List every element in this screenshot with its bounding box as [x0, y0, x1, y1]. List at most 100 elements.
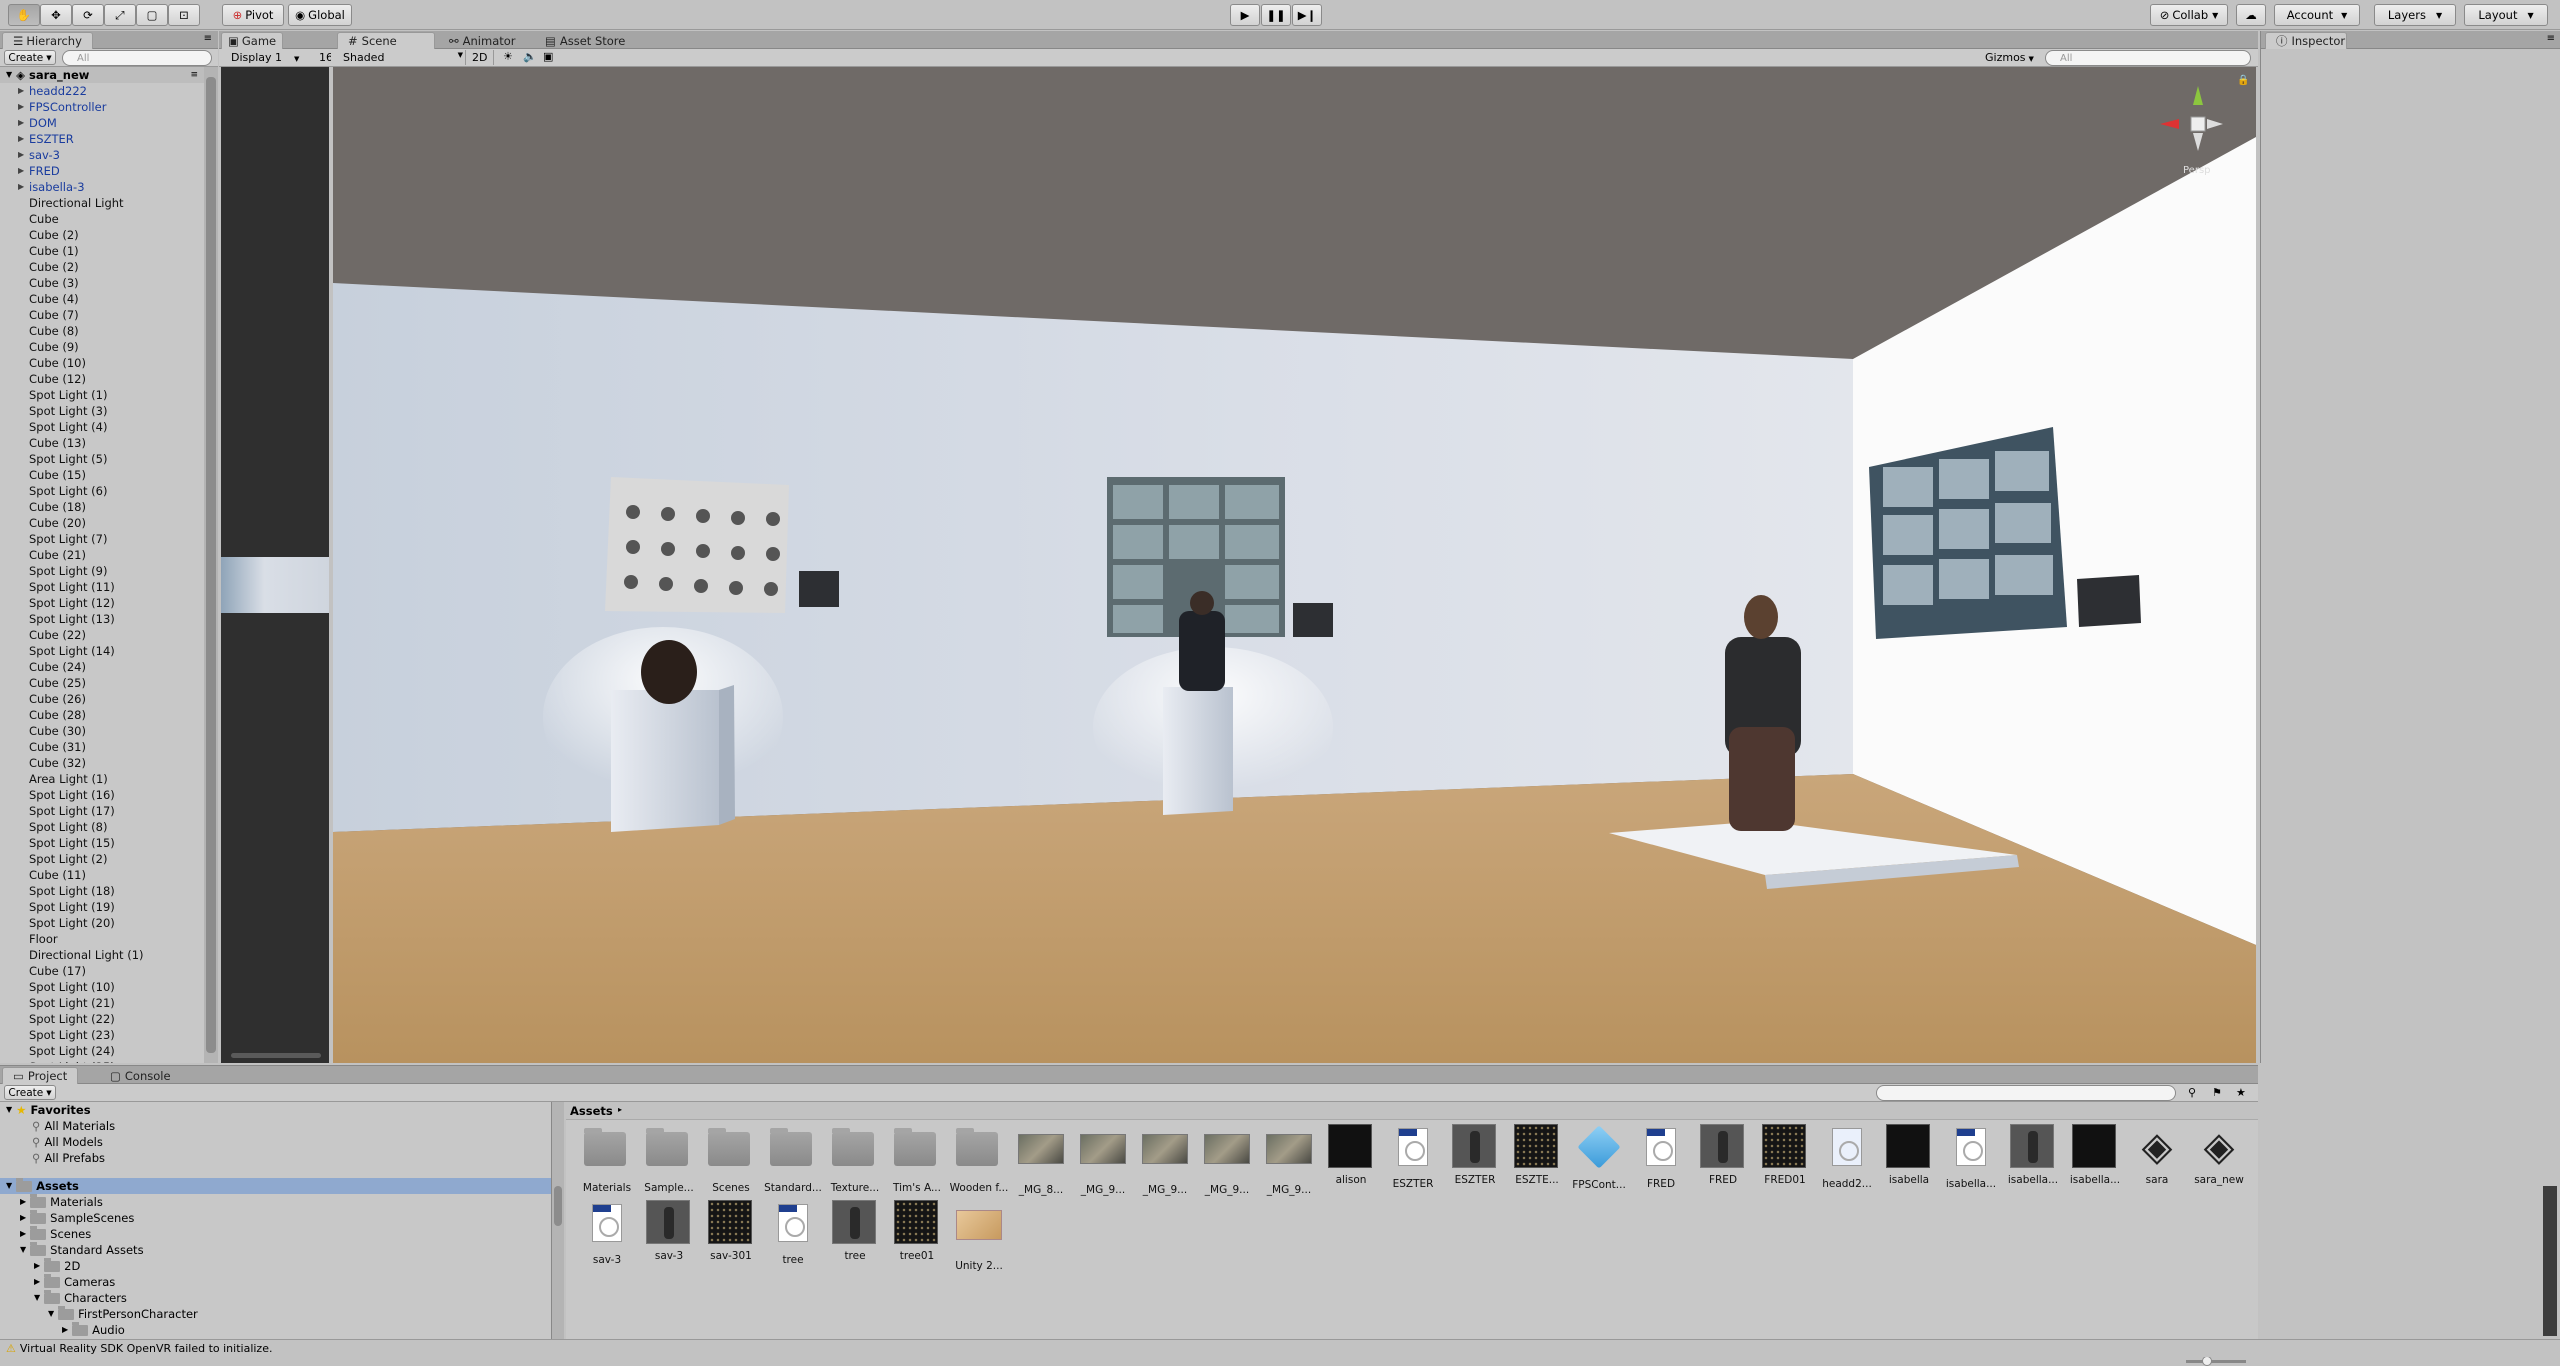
favorites-header[interactable]: ▼ ★ Favorites — [0, 1102, 551, 1118]
hierarchy-item[interactable]: Cube (1) — [0, 243, 204, 259]
hierarchy-item[interactable]: Spot Light (21) — [0, 995, 204, 1011]
zoom-slider[interactable] — [2186, 1360, 2246, 1363]
expand-right-icon[interactable]: ▶ — [18, 179, 24, 195]
tab-game[interactable]: ▣ Game — [221, 32, 284, 49]
asset-item[interactable]: FRED — [1692, 1124, 1754, 1200]
hierarchy-item[interactable]: Spot Light (17) — [0, 803, 204, 819]
tab-hierarchy[interactable]: ☰ Hierarchy — [2, 32, 93, 49]
hierarchy-item[interactable]: Cube (2) — [0, 259, 204, 275]
hierarchy-item[interactable]: ▶ headd222 — [0, 83, 204, 99]
tree-folder-item[interactable]: ▼ Standard Assets — [0, 1241, 551, 1258]
tab-inspector[interactable]: ⓘ Inspector — [2265, 32, 2347, 49]
hierarchy-item[interactable]: Spot Light (22) — [0, 1011, 204, 1027]
hierarchy-item[interactable]: Cube (22) — [0, 627, 204, 643]
shading-dropdown[interactable]: Shaded ▼ — [343, 51, 463, 64]
expand-right-icon[interactable]: ▶ — [18, 115, 24, 131]
expand-right-icon[interactable]: ▶ — [18, 83, 24, 99]
gizmos-dropdown[interactable]: Gizmos ▼ — [1985, 51, 2034, 64]
expand-down-icon[interactable]: ▼ — [48, 1306, 54, 1322]
asset-item[interactable]: sav-3 — [638, 1200, 700, 1276]
asset-item[interactable]: headd2... — [1816, 1124, 1878, 1200]
hierarchy-item[interactable]: Cube (24) — [0, 659, 204, 675]
asset-item[interactable]: Unity 2... — [948, 1200, 1010, 1276]
asset-item[interactable]: _MG_9... — [1072, 1124, 1134, 1200]
hierarchy-item[interactable]: Cube (13) — [0, 435, 204, 451]
asset-item[interactable]: tree — [824, 1200, 886, 1276]
layout-dropdown[interactable]: Layout ▼ — [2464, 4, 2548, 26]
hierarchy-item[interactable]: ▶ isabella-3 — [0, 179, 204, 195]
hierarchy-item[interactable]: Cube (7) — [0, 307, 204, 323]
hierarchy-item[interactable]: Directional Light — [0, 195, 204, 211]
asset-item[interactable]: isabella... — [2064, 1124, 2126, 1200]
tab-scene[interactable]: # Scene — [337, 32, 435, 49]
asset-item[interactable]: FRED01 — [1754, 1124, 1816, 1200]
hierarchy-item[interactable]: Floor — [0, 931, 204, 947]
asset-item[interactable]: Standard... — [762, 1124, 824, 1200]
persp-label[interactable]: Persp — [2183, 165, 2211, 176]
tree-folder-item[interactable]: ▶ Cameras — [0, 1273, 551, 1290]
project-search-input[interactable] — [1876, 1085, 2176, 1101]
game-view[interactable] — [221, 67, 329, 1063]
step-button[interactable]: ▶❙ — [1292, 4, 1322, 26]
hierarchy-item[interactable]: Spot Light (9) — [0, 563, 204, 579]
tree-folder-item[interactable]: ▶ SampleScenes — [0, 1209, 551, 1226]
asset-item[interactable]: isabella — [1878, 1124, 1940, 1200]
hierarchy-item[interactable]: ▶ DOM — [0, 115, 204, 131]
hierarchy-item[interactable]: Spot Light (16) — [0, 787, 204, 803]
hierarchy-item[interactable]: Spot Light (13) — [0, 611, 204, 627]
hierarchy-item[interactable]: Spot Light (4) — [0, 419, 204, 435]
tab-asset-store[interactable]: ▤ Asset Store — [535, 32, 635, 49]
hierarchy-item[interactable]: ▶ sav-3 — [0, 147, 204, 163]
hierarchy-item[interactable]: ▶ ESZTER — [0, 131, 204, 147]
favorite-item[interactable]: ⚲ All Models — [0, 1134, 551, 1150]
expand-right-icon[interactable]: ▶ — [18, 99, 24, 115]
favorite-item[interactable]: ⚲ All Materials — [0, 1118, 551, 1134]
breadcrumb-assets[interactable]: Assets — [570, 1104, 613, 1118]
asset-item[interactable]: FRED — [1630, 1124, 1692, 1200]
hierarchy-item[interactable]: Spot Light (8) — [0, 819, 204, 835]
hierarchy-item[interactable]: Cube (4) — [0, 291, 204, 307]
asset-item[interactable]: ESZTE... — [1506, 1124, 1568, 1200]
lock-icon[interactable]: 🔒 — [2237, 75, 2249, 86]
hierarchy-item[interactable]: ▶ FPSController — [0, 99, 204, 115]
scene-search-input[interactable]: All — [2045, 50, 2251, 66]
status-message[interactable]: Virtual Reality SDK OpenVR failed to ini… — [20, 1342, 273, 1355]
hierarchy-item[interactable]: Cube (21) — [0, 547, 204, 563]
hierarchy-item[interactable]: Directional Light (1) — [0, 947, 204, 963]
hierarchy-item[interactable]: Spot Light (20) — [0, 915, 204, 931]
pause-button[interactable]: ❚❚ — [1261, 4, 1291, 26]
hierarchy-item[interactable]: Cube (15) — [0, 467, 204, 483]
hierarchy-item[interactable]: Spot Light (1) — [0, 387, 204, 403]
scale-tool-icon[interactable]: ⤢ — [104, 4, 136, 26]
transform-tool-icon[interactable]: ⊡ — [168, 4, 200, 26]
tab-project[interactable]: ▭ Project — [2, 1067, 79, 1084]
hierarchy-item[interactable]: Cube (32) — [0, 755, 204, 771]
expand-right-icon[interactable]: ▶ — [20, 1226, 26, 1242]
collab-dropdown[interactable]: ⊘ Collab ▼ — [2150, 4, 2228, 26]
hierarchy-item[interactable]: Spot Light (2) — [0, 851, 204, 867]
hierarchy-item[interactable]: Spot Light (10) — [0, 979, 204, 995]
expand-down-icon[interactable]: ▼ — [20, 1242, 26, 1258]
hierarchy-item[interactable]: Cube (28) — [0, 707, 204, 723]
hierarchy-item[interactable]: Cube (31) — [0, 739, 204, 755]
hierarchy-item[interactable]: Cube (2) — [0, 227, 204, 243]
hierarchy-item[interactable]: Cube (20) — [0, 515, 204, 531]
hierarchy-item[interactable]: Spot Light (7) — [0, 531, 204, 547]
move-tool-icon[interactable]: ✥ — [40, 4, 72, 26]
scroll-thumb[interactable] — [206, 77, 216, 1053]
cloud-button[interactable]: ☁ — [2236, 4, 2266, 26]
asset-item[interactable]: FPSCont... — [1568, 1124, 1630, 1200]
expand-down-icon[interactable]: ▼ — [34, 1290, 40, 1306]
hierarchy-item[interactable]: Spot Light (18) — [0, 883, 204, 899]
tree-folder-item[interactable]: ▼ Characters — [0, 1289, 551, 1306]
project-create-dropdown[interactable]: Create ▼ — [4, 1085, 56, 1100]
hierarchy-item[interactable]: Cube — [0, 211, 204, 227]
hierarchy-item[interactable]: Cube (11) — [0, 867, 204, 883]
tree-folder-item[interactable]: ▶ 2D — [0, 1257, 551, 1274]
filter-type-icon[interactable]: ⚲ — [2188, 1086, 2196, 1099]
hierarchy-item[interactable]: ▶ FRED — [0, 163, 204, 179]
create-dropdown[interactable]: Create ▼ — [4, 50, 56, 65]
hierarchy-item[interactable]: Spot Light (14) — [0, 643, 204, 659]
rect-tool-icon[interactable]: ▢ — [136, 4, 168, 26]
tree-folder-item[interactable]: ▶ Scenes — [0, 1225, 551, 1242]
